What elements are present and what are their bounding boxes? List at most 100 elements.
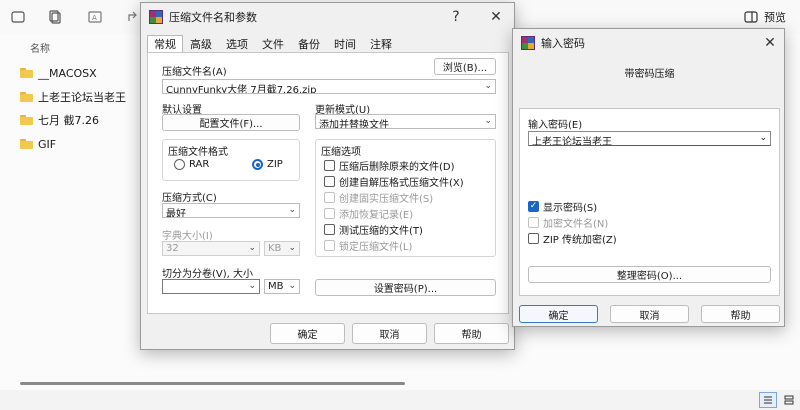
file-name: 上老王论坛当老王 xyxy=(38,91,126,104)
cancel-button[interactable]: 取消 xyxy=(610,305,689,323)
general-tab-panel: 压缩文件名(A) 浏览(B)... CunnyFunky大佬 7月截7.26.z… xyxy=(147,52,509,314)
tab-bar: 常规 高级 选项 文件 备份 时间 注释 xyxy=(147,35,399,53)
close-icon[interactable]: ✕ xyxy=(481,3,511,31)
dialog-title: 压缩文件名和参数 xyxy=(169,11,257,24)
option-label: 添加恢复记录(E) xyxy=(339,210,414,221)
set-password-button[interactable]: 设置密码(P)... xyxy=(315,279,496,296)
encrypt-filenames-label: 加密文件名(N) xyxy=(543,219,609,230)
list-view-icon xyxy=(764,396,772,404)
ok-button[interactable]: 确定 xyxy=(270,323,345,344)
option-test-archive[interactable]: 测试压缩的文件(T) xyxy=(324,222,423,237)
update-mode-value: 添加并替换文件 xyxy=(319,120,389,129)
dialog-title: 输入密码 xyxy=(541,37,585,50)
file-name: GIF xyxy=(38,137,57,151)
split-unit-value: MB xyxy=(268,281,284,292)
update-mode-select[interactable]: 添加并替换文件 ⌄ xyxy=(315,114,496,129)
format-zip-radio[interactable]: ZIP xyxy=(252,159,283,170)
option-recovery-record: 添加恢复记录(E) xyxy=(324,206,413,221)
chevron-down-icon: ⌄ xyxy=(759,133,767,143)
split-unit-select[interactable]: MB ⌄ xyxy=(264,279,300,294)
checkbox[interactable] xyxy=(324,160,335,171)
archive-name-label: 压缩文件名(A) xyxy=(162,67,227,78)
show-password-label: 显示密码(S) xyxy=(543,203,598,214)
option-create-sfx[interactable]: 创建自解压格式压缩文件(X) xyxy=(324,174,464,189)
radio-button-selected[interactable] xyxy=(252,159,263,170)
tab-time[interactable]: 时间 xyxy=(327,35,363,53)
tiles-view-button[interactable] xyxy=(780,392,798,408)
archive-name-value: CunnyFunky大佬 7月截7.26.zip xyxy=(166,85,317,94)
archive-format-label: 压缩文件格式 xyxy=(168,147,228,158)
tab-options[interactable]: 选项 xyxy=(219,35,255,53)
option-delete-after[interactable]: 压缩后删除原来的文件(D) xyxy=(324,158,455,173)
tab-general[interactable]: 常规 xyxy=(147,35,183,53)
file-name: __MACOSX xyxy=(38,66,97,80)
help-icon[interactable]: ? xyxy=(441,3,471,31)
option-label: 测试压缩的文件(T) xyxy=(339,226,423,237)
list-item[interactable]: 上老王论坛当老王 xyxy=(20,88,126,106)
profiles-button[interactable]: 配置文件(F)... xyxy=(162,114,300,131)
winrar-icon xyxy=(521,36,535,50)
ok-button[interactable]: 确定 xyxy=(519,305,598,323)
new-icon[interactable] xyxy=(10,9,26,25)
option-label: 创建自解压格式压缩文件(X) xyxy=(339,178,464,189)
dialog-titlebar[interactable]: 压缩文件名和参数 ? ✕ xyxy=(141,3,514,31)
horizontal-scrollbar[interactable] xyxy=(20,382,405,385)
rename-icon[interactable]: A xyxy=(87,9,103,25)
checkbox-checked[interactable]: ✓ xyxy=(528,201,539,212)
chevron-down-icon: ⌄ xyxy=(248,281,256,291)
list-item[interactable]: __MACOSX xyxy=(20,64,97,82)
tab-backup[interactable]: 备份 xyxy=(291,35,327,53)
tab-comment[interactable]: 注释 xyxy=(363,35,399,53)
winrar-icon xyxy=(149,10,163,24)
split-size-input[interactable]: ⌄ xyxy=(162,279,260,294)
status-bar xyxy=(0,390,800,410)
dictionary-size-label: 字典大小(I) xyxy=(162,231,213,242)
checkbox[interactable] xyxy=(324,176,335,187)
dictionary-size-select: 32 ⌄ xyxy=(162,241,260,256)
option-label: 锁定压缩文件(L) xyxy=(339,242,413,253)
svg-text:A: A xyxy=(92,14,97,22)
chevron-down-icon: ⌄ xyxy=(288,205,296,215)
browse-button[interactable]: 浏览(B)... xyxy=(434,58,496,75)
zip-legacy-encryption-checkbox[interactable]: ZIP 传统加密(Z) xyxy=(528,231,617,246)
split-volumes-label: 切分为分卷(V), 大小 xyxy=(162,269,254,280)
checkbox xyxy=(528,217,539,228)
checkbox[interactable] xyxy=(324,224,335,235)
format-rar-radio[interactable]: RAR xyxy=(174,159,209,170)
show-password-checkbox[interactable]: ✓ 显示密码(S) xyxy=(528,199,597,214)
password-input[interactable]: 上老王论坛当老王 ⌄ xyxy=(528,131,771,146)
dialog-subtitle: 带密码压缩 xyxy=(624,69,675,80)
format-rar-label: RAR xyxy=(189,159,210,170)
folder-icon xyxy=(20,92,33,102)
details-view-button[interactable] xyxy=(759,392,777,408)
compression-method-select[interactable]: 最好 ⌄ xyxy=(162,203,300,218)
option-lock-archive: 锁定压缩文件(L) xyxy=(324,238,412,253)
organize-passwords-button[interactable]: 整理密码(O)... xyxy=(528,266,771,283)
archive-name-input[interactable]: CunnyFunky大佬 7月截7.26.zip ⌄ xyxy=(162,79,496,94)
tab-files[interactable]: 文件 xyxy=(255,35,291,53)
cancel-button[interactable]: 取消 xyxy=(352,323,427,344)
password-label: 输入密码(E) xyxy=(528,120,583,131)
encrypt-filenames-checkbox: 加密文件名(N) xyxy=(528,215,608,230)
chevron-down-icon: ⌄ xyxy=(484,81,492,91)
zip-legacy-label: ZIP 传统加密(Z) xyxy=(543,235,617,246)
option-solid: 创建固实压缩文件(S) xyxy=(324,190,433,205)
dialog-titlebar[interactable]: 输入密码 ✕ xyxy=(513,29,784,57)
chevron-down-icon: ⌄ xyxy=(288,243,296,253)
list-item[interactable]: GIF xyxy=(20,135,56,153)
help-button[interactable]: 帮助 xyxy=(434,323,509,344)
dictionary-size-value: 32 xyxy=(166,243,179,254)
column-header-name[interactable]: 名称 xyxy=(30,40,50,55)
tab-advanced[interactable]: 高级 xyxy=(183,35,219,53)
help-button[interactable]: 帮助 xyxy=(701,305,780,323)
checkbox xyxy=(324,208,335,219)
preview-button[interactable]: 预览 xyxy=(744,9,786,25)
file-name: 七月 截7.26 xyxy=(38,114,99,127)
enter-password-dialog: 输入密码 ✕ 带密码压缩 输入密码(E) 上老王论坛当老王 ⌄ ✓ 显示密码(S… xyxy=(512,28,785,327)
radio-button[interactable] xyxy=(174,159,185,170)
list-item[interactable]: 七月 截7.26 xyxy=(20,111,99,129)
close-icon[interactable]: ✕ xyxy=(755,29,785,57)
checkbox[interactable] xyxy=(528,233,539,244)
format-zip-label: ZIP xyxy=(267,159,283,170)
copy-icon[interactable] xyxy=(48,9,64,25)
